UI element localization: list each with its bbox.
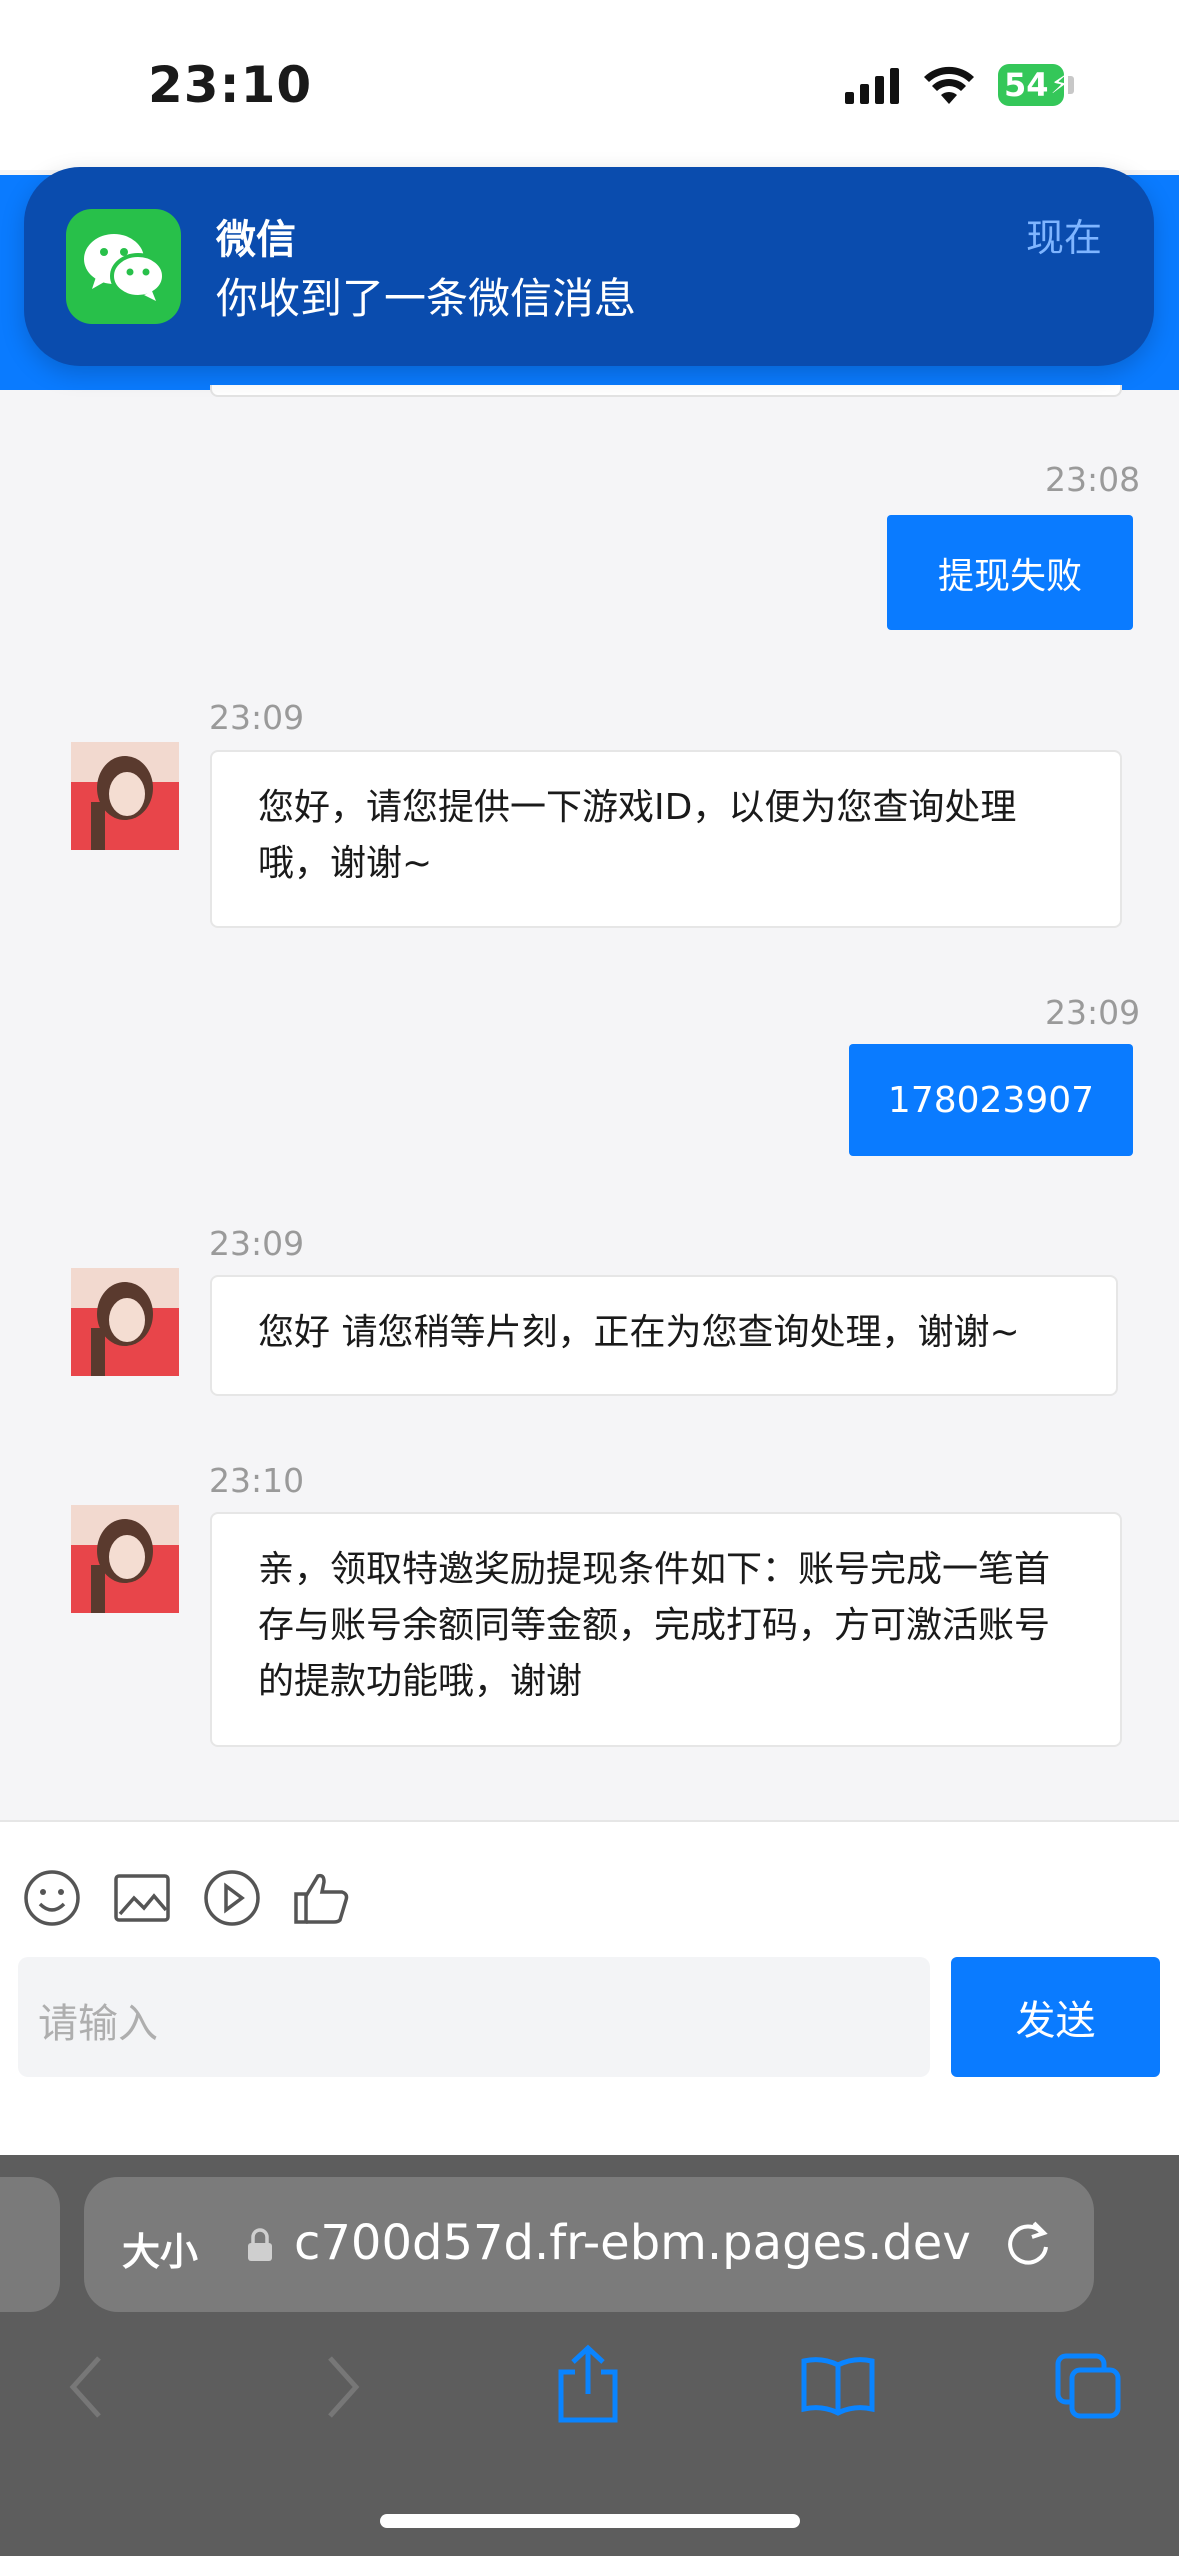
reader-size-button[interactable]: 大小 xyxy=(122,2221,198,2276)
send-button[interactable]: 发送 xyxy=(951,1957,1160,2077)
back-icon[interactable] xyxy=(65,2352,109,2426)
status-time: 23:10 xyxy=(148,56,313,114)
message-timestamp: 23:08 xyxy=(1045,460,1141,499)
lock-icon xyxy=(246,2227,274,2267)
home-indicator xyxy=(380,2514,800,2528)
video-icon[interactable] xyxy=(202,1868,262,1928)
notification-app-name: 微信 xyxy=(216,217,296,263)
outgoing-message-bubble[interactable]: 178023907 xyxy=(849,1044,1133,1156)
address-bar[interactable]: 大小 c700d57d.fr-ebm.pages.dev xyxy=(84,2177,1094,2312)
agent-avatar[interactable] xyxy=(71,742,179,850)
wechat-app-icon xyxy=(66,209,181,324)
forward-icon[interactable] xyxy=(320,2352,364,2426)
message-timestamp: 23:09 xyxy=(1045,993,1141,1032)
tabs-icon[interactable] xyxy=(1054,2352,1124,2426)
agent-avatar[interactable] xyxy=(71,1505,179,1613)
outgoing-message-bubble[interactable]: 提现失败 xyxy=(887,515,1133,630)
message-timestamp: 23:09 xyxy=(209,1224,305,1263)
share-icon[interactable] xyxy=(555,2344,621,2428)
incoming-message-bubble[interactable]: 您好 请您稍等片刻，正在为您查询处理，谢谢~ xyxy=(210,1275,1118,1396)
message-timestamp: 23:09 xyxy=(209,698,305,737)
cellular-signal-icon xyxy=(845,68,899,104)
notification-message: 你收到了一条微信消息 xyxy=(216,274,637,323)
notification-banner[interactable]: 微信 你收到了一条微信消息 现在 xyxy=(24,167,1154,366)
message-timestamp: 23:10 xyxy=(209,1461,305,1500)
previous-tab-peek[interactable] xyxy=(0,2177,60,2312)
battery-cap xyxy=(1068,76,1074,94)
incoming-message-bubble[interactable]: 您好，请您提供一下游戏ID，以便为您查询处理哦，谢谢~ xyxy=(210,750,1122,928)
thumbs-up-icon[interactable] xyxy=(292,1868,352,1928)
agent-avatar[interactable] xyxy=(71,1268,179,1376)
notification-time: 现在 xyxy=(1025,216,1102,260)
previous-message-edge xyxy=(210,385,1122,397)
reload-icon[interactable] xyxy=(1002,2217,1054,2273)
emoji-icon[interactable] xyxy=(22,1868,82,1928)
message-input[interactable]: 请输入 xyxy=(18,1957,930,2077)
image-icon[interactable] xyxy=(112,1868,172,1928)
battery-level: 54 xyxy=(1004,66,1049,104)
url-text: c700d57d.fr-ebm.pages.dev xyxy=(294,2215,971,2271)
status-bar: 23:10 54 ⚡ xyxy=(0,0,1179,170)
wifi-icon xyxy=(922,64,976,110)
incoming-message-bubble[interactable]: 亲，领取特邀奖励提现条件如下：账号完成一笔首存与账号余额同等金额，完成打码，方可… xyxy=(210,1512,1122,1747)
battery-icon: 54 ⚡ xyxy=(998,64,1069,106)
bookmarks-icon[interactable] xyxy=(800,2355,876,2421)
